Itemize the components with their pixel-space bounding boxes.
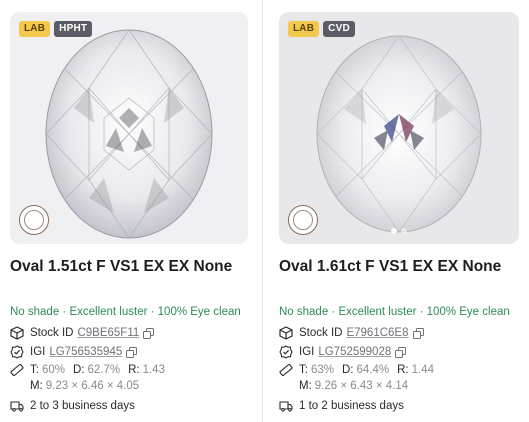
box-icon [10, 326, 24, 340]
tag-group: LAB HPHT [19, 21, 93, 37]
truck-icon [10, 399, 24, 413]
igi-label: IGI [299, 346, 315, 358]
stock-id-label: Stock ID [30, 327, 74, 339]
copy-icon[interactable] [143, 327, 155, 339]
truck-icon [279, 399, 293, 413]
growth-method-tag: CVD [323, 21, 355, 37]
stock-id-row: Stock ID E7961C6E8 [279, 326, 424, 340]
tag-group: LAB CVD [288, 21, 355, 37]
igi-row: IGI LG752599028 [279, 345, 407, 359]
certificate-check-icon [10, 345, 24, 359]
measurements-value: 9.26 × 6.43 × 4.14 [314, 380, 409, 392]
igi-report-link[interactable]: LG752599028 [318, 346, 391, 358]
table-label: T: [30, 364, 39, 376]
product-title[interactable]: Oval 1.61ct F VS1 EX EX None [279, 258, 501, 276]
igi-seal-icon [19, 205, 49, 235]
depth-value: 64.4% [356, 364, 390, 376]
depth-value: 62.7% [87, 364, 121, 376]
igi-label: IGI [30, 346, 46, 358]
product-title[interactable]: Oval 1.51ct F VS1 EX EX None [10, 258, 232, 276]
quality-summary: No shade · Excellent luster · 100% Eye c… [10, 306, 241, 318]
growth-method-tag: HPHT [54, 21, 93, 37]
measurements-row: M: 9.23 × 6.46 × 4.05 [30, 380, 147, 392]
proportions-row: T: 63% D: 64.4% R: 1.44 [279, 363, 442, 377]
lab-tag: LAB [288, 21, 320, 37]
copy-icon[interactable] [412, 327, 424, 339]
ruler-icon [279, 363, 293, 377]
oval-diamond-icon [316, 35, 482, 233]
shipping-time: 2 to 3 business days [30, 400, 135, 412]
stock-id-link[interactable]: E7961C6E8 [346, 327, 408, 339]
certificate-check-icon [279, 345, 293, 359]
proportions-row: T: 60% D: 62.7% R: 1.43 [10, 363, 173, 377]
product-card[interactable]: LAB CVD Oval 1.61ct F VS1 EX EX None No … [279, 0, 519, 422]
ratio-label: R: [128, 364, 140, 376]
copy-icon[interactable] [395, 346, 407, 358]
carousel-dot[interactable] [401, 228, 407, 234]
lab-tag: LAB [19, 21, 51, 37]
measurements-label: M: [30, 380, 43, 392]
table-value: 63% [310, 364, 334, 376]
carousel-dots[interactable] [391, 228, 407, 234]
table-value: 60% [41, 364, 65, 376]
ratio-value: 1.43 [142, 364, 165, 376]
igi-report-link[interactable]: LG756535945 [49, 346, 122, 358]
box-icon [279, 326, 293, 340]
diamond-image[interactable]: LAB CVD [279, 12, 519, 244]
quality-summary: No shade · Excellent luster · 100% Eye c… [279, 306, 510, 318]
stock-id-link[interactable]: C9BE65F11 [77, 327, 139, 339]
shipping-row: 2 to 3 business days [10, 399, 135, 413]
product-card[interactable]: LAB HPHT Oval 1.51ct F VS1 EX EX None No… [10, 0, 248, 422]
ratio-value: 1.44 [411, 364, 434, 376]
shipping-row: 1 to 2 business days [279, 399, 404, 413]
measurements-row: M: 9.26 × 6.43 × 4.14 [299, 380, 416, 392]
measurements-label: M: [299, 380, 312, 392]
igi-row: IGI LG756535945 [10, 345, 138, 359]
depth-label: D: [341, 364, 354, 376]
depth-label: D: [72, 364, 85, 376]
copy-icon[interactable] [126, 346, 138, 358]
ratio-label: R: [397, 364, 409, 376]
oval-diamond-icon [45, 29, 213, 239]
stock-id-row: Stock ID C9BE65F11 [10, 326, 155, 340]
card-divider [262, 0, 263, 422]
stock-id-label: Stock ID [299, 327, 343, 339]
carousel-dot-active[interactable] [391, 228, 397, 234]
shipping-time: 1 to 2 business days [299, 400, 404, 412]
table-label: T: [299, 364, 308, 376]
ruler-icon [10, 363, 24, 377]
measurements-value: 9.23 × 6.46 × 4.05 [45, 380, 140, 392]
igi-seal-icon [288, 205, 318, 235]
diamond-image[interactable]: LAB HPHT [10, 12, 248, 244]
